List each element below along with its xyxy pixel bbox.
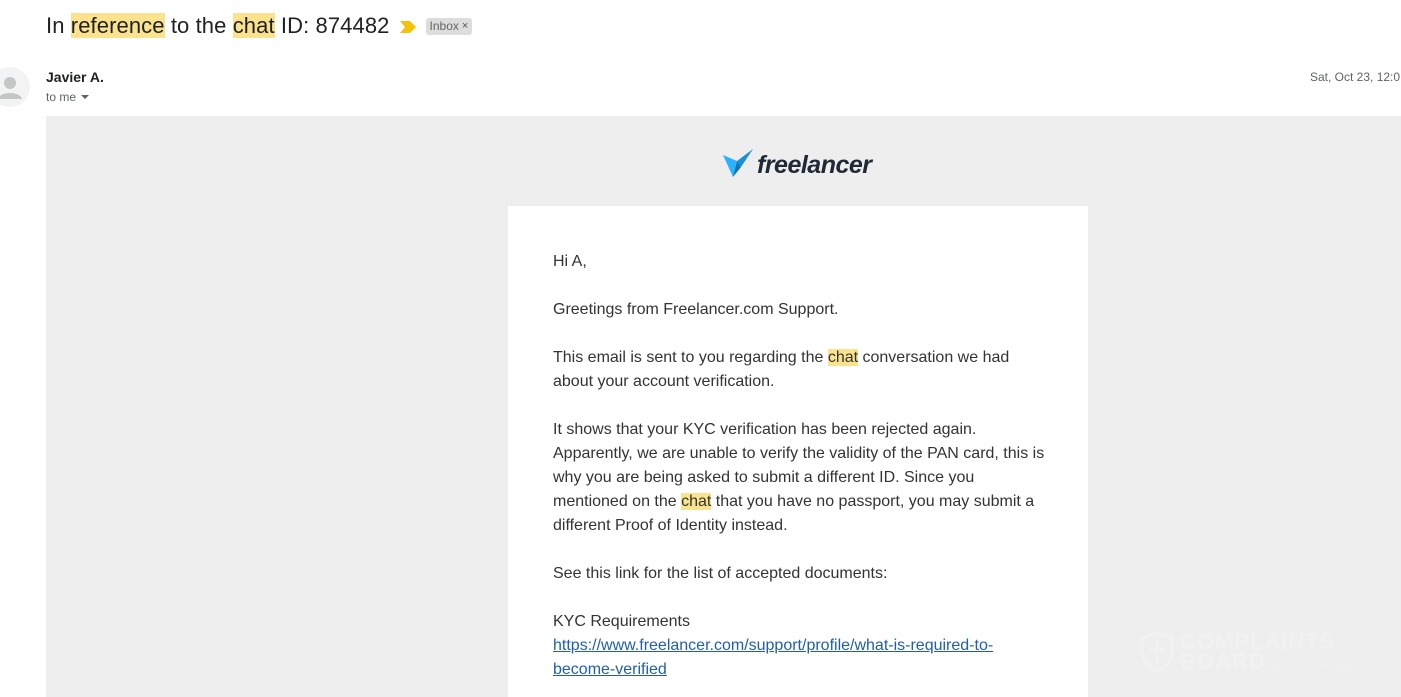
subject-text: In reference to the chat ID: 874482 [46,13,390,38]
kyc-requirements-link[interactable]: https://www.freelancer.com/support/profi… [553,637,993,678]
recipient-details-toggle[interactable]: to me [46,90,90,104]
message-content: Hi A, Greetings from Freelancer.com Supp… [553,250,1053,682]
chat-reference-paragraph: This email is sent to you regarding the … [553,349,1010,390]
avatar[interactable] [0,67,30,107]
link-title: KYC Requirements [553,613,690,630]
search-highlight: chat [232,13,275,38]
label-inbox[interactable]: Inbox × [425,17,473,35]
search-highlight: chat [681,493,712,510]
email-view: In reference to the chat ID: 874482 Inbo… [0,0,1401,697]
remove-label-icon[interactable]: × [462,20,468,32]
greeting: Hi A, [553,253,587,270]
message-card: Hi A, Greetings from Freelancer.com Supp… [508,206,1088,697]
kyc-rejection-paragraph: It shows that your KYC verification has … [553,421,1045,534]
freelancer-logo: freelancer [721,147,872,183]
freelancer-bird-icon [723,149,753,177]
brand-name: freelancer [757,150,872,179]
recipient-text: to me [46,90,77,104]
sender-name[interactable]: Javier A. [46,69,104,85]
search-highlight: reference [70,13,165,38]
link-intro-paragraph: See this link for the list of accepted d… [553,565,888,582]
kyc-link-block: KYC Requirements https://www.freelancer.… [553,610,1053,682]
email-body: freelancer Hi A, Greetings from Freelanc… [46,116,1401,697]
intro-paragraph: Greetings from Freelancer.com Support. [553,301,839,318]
person-icon [0,77,22,99]
message-date: Sat, Oct 23, 12:0 [1310,70,1401,84]
caret-down-icon [81,95,90,99]
search-highlight: chat [827,349,859,366]
email-subject: In reference to the chat ID: 874482 Inbo… [46,10,473,42]
label-text: Inbox [429,18,459,33]
importance-marker-icon[interactable] [399,20,416,33]
